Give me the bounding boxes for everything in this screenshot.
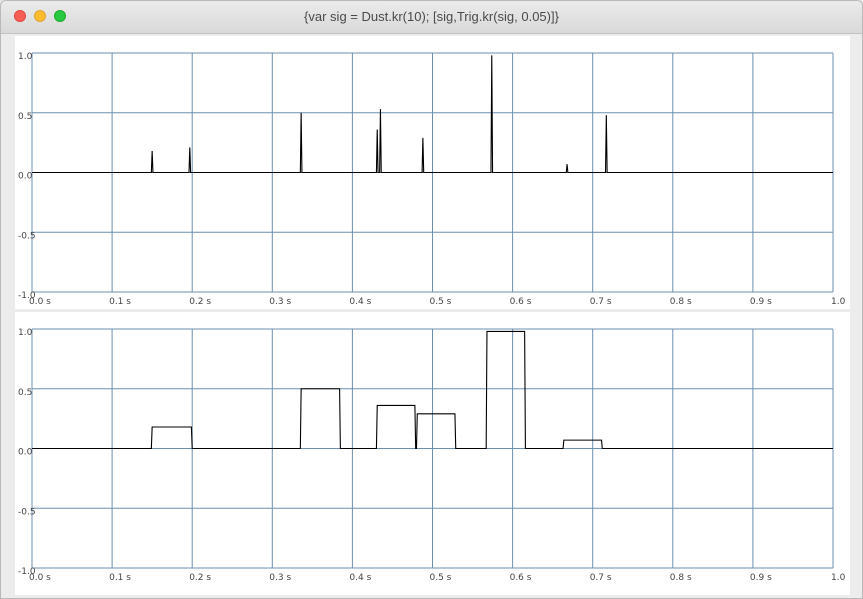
y-tick-label: -1.0 <box>18 291 36 301</box>
plot-panel-signal: 0.0 s 0.1 s 0.2 s 0.3 s 0.4 s 0.5 s 0.6 s 0.7 s… <box>15 36 850 309</box>
y-tick-label: 1.0 <box>18 52 33 62</box>
x-tick-label: 0.8 s <box>670 297 692 307</box>
x-tick-label: 0.7 s <box>590 573 612 583</box>
x-tick-label: 0.3 s <box>269 573 291 583</box>
x-tick-label: 1.0 <box>831 297 846 307</box>
x-tick-label: 0.2 s <box>189 297 211 307</box>
x-tick-label: 0.1 s <box>109 573 131 583</box>
x-tick-label: 0.6 s <box>510 573 532 583</box>
title-bar[interactable]: {var sig = Dust.kr(10); [sig,Trig.kr(sig… <box>1 1 862 34</box>
y-tick-label: 1.0 <box>18 328 33 338</box>
y-tick-label: 0.0 <box>18 448 33 458</box>
y-tick-label: -0.5 <box>18 507 36 517</box>
x-tick-label: 0.5 s <box>430 573 452 583</box>
y-tick-label: 0.5 <box>18 112 32 122</box>
x-tick-label: 0.9 s <box>750 573 772 583</box>
x-tick-label: 0.4 s <box>349 297 371 307</box>
x-tick-label: 0.9 s <box>750 297 772 307</box>
x-tick-label: 0.5 s <box>430 297 452 307</box>
scope-window: {var sig = Dust.kr(10); [sig,Trig.kr(sig… <box>0 0 863 599</box>
y-tick-label: 0.5 <box>18 388 32 398</box>
x-tick-label: 0.3 s <box>269 297 291 307</box>
plot-panel-trigger: 0.0 s 0.1 s 0.2 s 0.3 s 0.4 s 0.5 s 0.6 s 0.7 s… <box>15 312 850 595</box>
x-tick-label: 0.7 s <box>590 297 612 307</box>
y-tick-label: -1.0 <box>18 567 36 577</box>
y-tick-label: -0.5 <box>18 231 36 241</box>
x-tick-label: 1.0 <box>831 573 846 583</box>
window-title: {var sig = Dust.kr(10); [sig,Trig.kr(sig… <box>304 9 559 24</box>
y-tick-label: 0.0 <box>18 172 33 182</box>
x-tick-label: 0.1 s <box>109 297 131 307</box>
x-tick-label: 0.8 s <box>670 573 692 583</box>
x-tick-label: 0.4 s <box>349 573 371 583</box>
x-tick-label: 0.2 s <box>189 573 211 583</box>
x-tick-label: 0.6 s <box>510 297 532 307</box>
